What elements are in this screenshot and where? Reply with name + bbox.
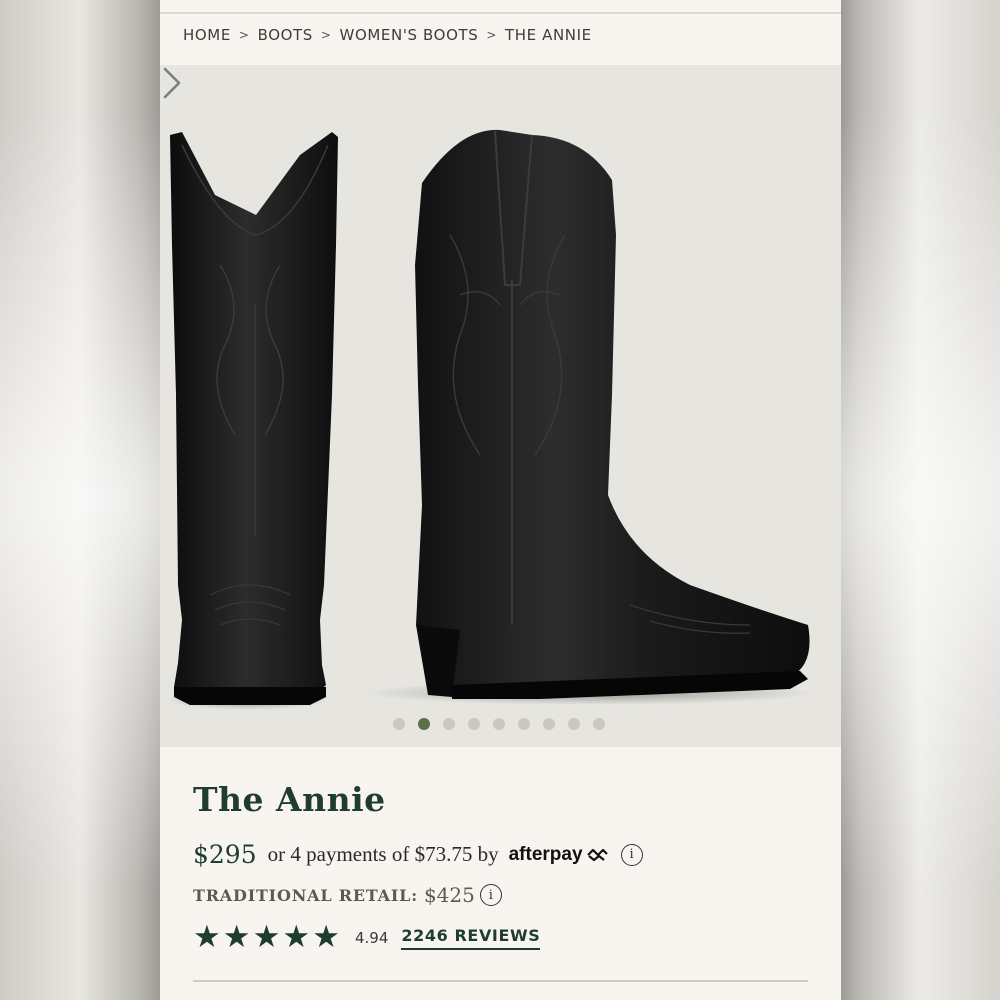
- traditional-retail-label: TRADITIONAL RETAIL:: [193, 885, 418, 905]
- star-icon: ★: [252, 919, 281, 955]
- rating-value: 4.94: [354, 928, 389, 947]
- gallery-dot-1[interactable]: [393, 718, 405, 730]
- breadcrumb-separator: >: [320, 28, 332, 42]
- gallery-dot-6[interactable]: [518, 718, 530, 730]
- gallery-dot-3[interactable]: [443, 718, 455, 730]
- boot-product-image: [168, 129, 815, 710]
- afterpay-arrows-icon: [586, 848, 608, 861]
- breadcrumb-separator: >: [486, 28, 498, 42]
- afterpay-logo[interactable]: afterpay: [509, 844, 609, 866]
- star-icon: ★: [282, 919, 311, 955]
- breadcrumb: HOME > BOOTS > WOMEN'S BOOTS > THE ANNIE: [183, 26, 592, 44]
- gallery-dot-5[interactable]: [493, 718, 505, 730]
- breadcrumb-separator: >: [238, 28, 250, 42]
- gallery-dot-4[interactable]: [468, 718, 480, 730]
- star-icon: ★: [193, 919, 221, 955]
- reviews-link[interactable]: 2246 REVIEWS: [401, 926, 541, 950]
- section-divider: [193, 980, 808, 982]
- afterpay-wordmark: afterpay: [508, 843, 583, 865]
- gallery-dot-8[interactable]: [568, 718, 580, 730]
- product-title: The Annie: [193, 780, 386, 819]
- traditional-retail-price: $425: [423, 883, 475, 907]
- breadcrumb-current: THE ANNIE: [505, 26, 592, 44]
- info-icon[interactable]: i: [479, 884, 502, 906]
- chevron-right-icon[interactable]: [160, 65, 184, 101]
- rating-row: ★ ★ ★ ★ ★ 4.94 2246 REVIEWS: [193, 922, 541, 953]
- traditional-retail-row: TRADITIONAL RETAIL: $425 i: [193, 883, 502, 907]
- boot-front-sole: [174, 687, 326, 705]
- gallery-pagination: [393, 718, 605, 730]
- breadcrumb-womens-boots[interactable]: WOMEN'S BOOTS: [340, 26, 479, 44]
- rating-stars: ★ ★ ★ ★ ★: [193, 922, 340, 953]
- product-image-gallery[interactable]: [160, 65, 841, 747]
- gallery-dot-9[interactable]: [593, 718, 605, 730]
- header-divider: [160, 12, 841, 14]
- product-page: HOME > BOOTS > WOMEN'S BOOTS > THE ANNIE: [160, 0, 841, 1000]
- info-icon[interactable]: i: [620, 843, 643, 866]
- star-icon: ★: [222, 919, 251, 955]
- boot-side-view: [415, 129, 810, 695]
- gallery-dot-7[interactable]: [543, 718, 555, 730]
- breadcrumb-boots[interactable]: BOOTS: [258, 26, 313, 44]
- product-price: $295: [193, 840, 257, 869]
- star-icon: ★: [312, 919, 340, 955]
- installments-text: or 4 payments of $73.75 by: [267, 842, 499, 866]
- gallery-dot-2-active[interactable]: [418, 718, 430, 730]
- boot-front-view: [170, 132, 338, 700]
- breadcrumb-home[interactable]: HOME: [183, 26, 231, 44]
- price-row: $295 or 4 payments of $73.75 by afterpay…: [193, 840, 643, 869]
